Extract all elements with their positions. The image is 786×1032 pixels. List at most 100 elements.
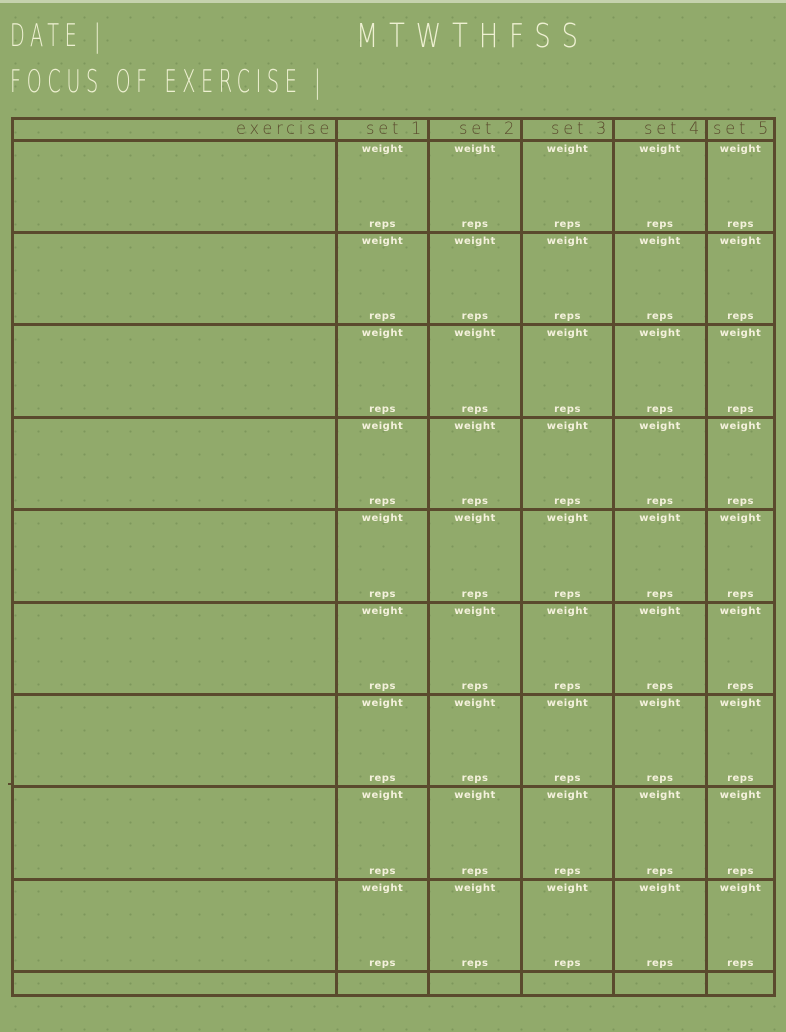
footer-set-5-cell[interactable] <box>708 973 773 994</box>
column-header-set-1: set 1 <box>366 119 426 139</box>
set-2-cell[interactable]: weight reps <box>430 142 520 231</box>
set-1-cell[interactable]: weight reps <box>338 881 427 970</box>
day-tuesday[interactable]: T <box>389 16 416 55</box>
set-5-cell[interactable]: weight reps <box>708 511 773 601</box>
set-1-cell[interactable]: weight reps <box>338 326 427 416</box>
weight-label: weight <box>719 698 762 709</box>
set-3-cell[interactable]: weight reps <box>523 604 612 693</box>
set-2-cell[interactable]: weight reps <box>430 881 520 970</box>
weight-label: weight <box>361 421 404 432</box>
reps-label: reps <box>727 404 754 415</box>
reps-label: reps <box>646 958 674 969</box>
exercise-name-field[interactable] <box>14 881 335 970</box>
exercise-name-field[interactable] <box>14 511 335 601</box>
set-2-cell[interactable]: weight reps <box>430 234 520 323</box>
set-5-cell[interactable]: weight reps <box>708 696 773 785</box>
set-3-cell[interactable]: weight reps <box>523 511 612 601</box>
set-4-cell[interactable]: weight reps <box>615 511 705 601</box>
weekday-selector[interactable]: MTWTHFSS <box>356 16 589 55</box>
weight-label: weight <box>546 421 589 432</box>
reps-label: reps <box>461 311 489 322</box>
reps-label: reps <box>461 866 489 877</box>
exercise-name-field[interactable] <box>14 234 335 323</box>
set-5-cell[interactable]: weight reps <box>708 419 773 508</box>
set-5-cell[interactable]: weight reps <box>708 604 773 693</box>
set-2-cell[interactable]: weight reps <box>430 696 520 785</box>
set-4-cell[interactable]: weight reps <box>615 604 705 693</box>
set-2-cell[interactable]: weight reps <box>430 511 520 601</box>
set-3-cell[interactable]: weight reps <box>523 142 612 231</box>
reps-label: reps <box>554 219 581 230</box>
set-3-cell[interactable]: weight reps <box>523 881 612 970</box>
exercise-name-field[interactable] <box>14 788 335 878</box>
set-4-cell[interactable]: weight reps <box>615 881 705 970</box>
set-4-cell[interactable]: weight reps <box>615 696 705 785</box>
set-4-cell[interactable]: weight reps <box>615 142 705 231</box>
reps-label: reps <box>727 311 754 322</box>
footer-set-2-cell[interactable] <box>430 973 520 994</box>
set-2-cell[interactable]: weight reps <box>430 788 520 878</box>
date-label: DATE | <box>10 18 107 54</box>
footer-set-1-cell[interactable] <box>338 973 427 994</box>
set-1-cell[interactable]: weight reps <box>338 419 427 508</box>
exercise-name-field[interactable] <box>14 604 335 693</box>
set-1-cell[interactable]: weight reps <box>338 788 427 878</box>
footer-exercise-cell[interactable] <box>14 973 335 994</box>
reps-label: reps <box>461 589 489 600</box>
set-4-cell[interactable]: weight reps <box>615 234 705 323</box>
footer-set-4-cell[interactable] <box>615 973 705 994</box>
exercise-name-field[interactable] <box>14 696 335 785</box>
reps-label: reps <box>369 589 396 600</box>
reps-label: reps <box>461 219 489 230</box>
set-5-cell[interactable]: weight reps <box>708 788 773 878</box>
set-2-cell[interactable]: weight reps <box>430 419 520 508</box>
set-4-cell[interactable]: weight reps <box>615 326 705 416</box>
set-3-cell[interactable]: weight reps <box>523 326 612 416</box>
weight-label: weight <box>454 698 496 709</box>
day-thursday[interactable]: TH <box>452 16 509 55</box>
set-5-cell[interactable]: weight reps <box>708 326 773 416</box>
reps-label: reps <box>461 681 489 692</box>
workout-table: exercise set 1 set 2 set 3 set 4 set 5 w… <box>11 117 776 997</box>
weight-label: weight <box>639 883 681 894</box>
set-1-cell[interactable]: weight reps <box>338 696 427 785</box>
set-5-cell[interactable]: weight reps <box>708 142 773 231</box>
set-1-cell[interactable]: weight reps <box>338 511 427 601</box>
set-3-cell[interactable]: weight reps <box>523 419 612 508</box>
set-3-cell[interactable]: weight reps <box>523 696 612 785</box>
set-5-cell[interactable]: weight reps <box>708 881 773 970</box>
top-border <box>0 0 786 3</box>
reps-label: reps <box>646 219 674 230</box>
set-3-cell[interactable]: weight reps <box>523 788 612 878</box>
exercise-name-field[interactable] <box>14 142 335 231</box>
exercise-name-field[interactable] <box>14 419 335 508</box>
day-monday[interactable]: M <box>356 16 389 55</box>
weight-label: weight <box>361 883 404 894</box>
reps-label: reps <box>369 311 396 322</box>
reps-label: reps <box>461 404 489 415</box>
set-4-cell[interactable]: weight reps <box>615 419 705 508</box>
day-friday[interactable]: F <box>509 16 534 55</box>
weight-label: weight <box>546 698 589 709</box>
day-saturday[interactable]: S <box>534 16 561 55</box>
weight-label: weight <box>639 513 681 524</box>
exercise-name-field[interactable] <box>14 326 335 416</box>
set-2-cell[interactable]: weight reps <box>430 604 520 693</box>
set-2-cell[interactable]: weight reps <box>430 326 520 416</box>
weight-label: weight <box>361 698 404 709</box>
weight-label: weight <box>546 144 589 155</box>
set-4-cell[interactable]: weight reps <box>615 788 705 878</box>
day-sunday[interactable]: S <box>562 16 589 55</box>
set-1-cell[interactable]: weight reps <box>338 604 427 693</box>
footer-set-3-cell[interactable] <box>523 973 612 994</box>
set-5-cell[interactable]: weight reps <box>708 234 773 323</box>
weight-label: weight <box>719 513 762 524</box>
set-1-cell[interactable]: weight reps <box>338 142 427 231</box>
day-wednesday[interactable]: W <box>416 16 452 55</box>
focus-of-exercise-label: FOCUS OF EXERCISE | <box>10 64 327 100</box>
reps-label: reps <box>727 589 754 600</box>
set-1-cell[interactable]: weight reps <box>338 234 427 323</box>
reps-label: reps <box>554 681 581 692</box>
set-3-cell[interactable]: weight reps <box>523 234 612 323</box>
reps-label: reps <box>727 681 754 692</box>
